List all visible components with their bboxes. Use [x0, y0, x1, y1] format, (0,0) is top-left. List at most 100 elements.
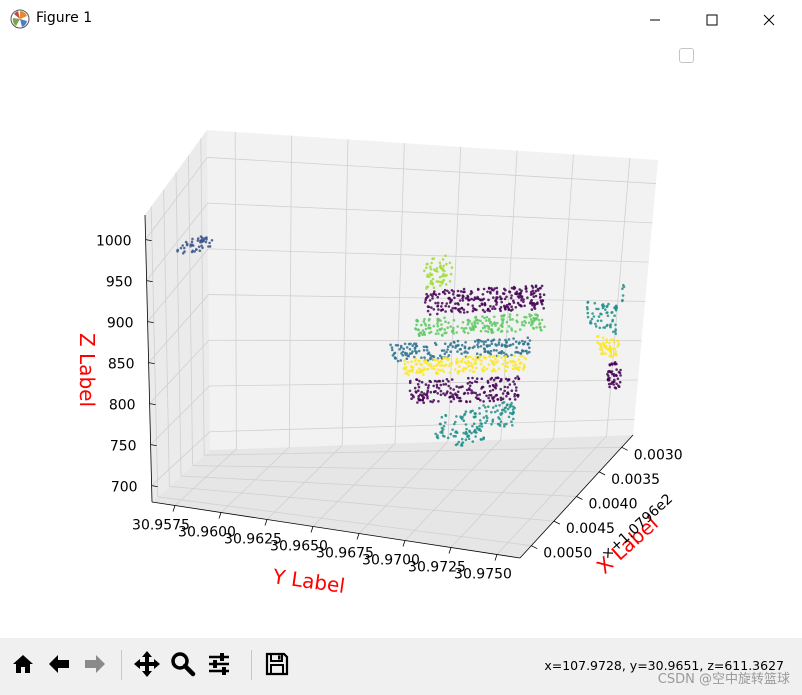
scatter-point [436, 363, 439, 366]
scatter-point [423, 356, 426, 359]
scatter-point [424, 324, 428, 327]
scatter-point [613, 352, 616, 356]
scatter-point [448, 280, 452, 283]
scatter-point [453, 296, 456, 300]
scatter-point [422, 373, 425, 376]
scatter-point [520, 321, 524, 324]
scatter-point [466, 318, 470, 322]
scatter-point [531, 322, 534, 326]
scatter-point [452, 319, 456, 322]
scatter-point [586, 300, 590, 304]
scatter-point [415, 323, 418, 327]
scatter-point [455, 396, 459, 399]
scatter-point [460, 359, 463, 363]
scatter-point [440, 323, 443, 326]
scatter-point [455, 331, 459, 334]
scatter-point [444, 413, 447, 417]
scatter-point [496, 360, 499, 363]
scatter-point [498, 338, 501, 342]
scatter-point [454, 344, 458, 348]
scatter-point [407, 354, 411, 358]
scatter-point [448, 364, 451, 368]
scatter-point [459, 399, 463, 403]
scatter-point [466, 294, 469, 298]
scatter-point [467, 437, 471, 441]
scatter-point [492, 384, 495, 388]
scatter-point [456, 289, 460, 293]
save-button[interactable] [261, 648, 293, 680]
scatter-point [522, 363, 526, 366]
close-button[interactable] [746, 0, 792, 40]
scatter-point [441, 281, 444, 285]
zoom-button[interactable] [167, 648, 199, 680]
scatter-point [521, 339, 524, 343]
forward-button[interactable] [79, 648, 111, 680]
scatter-point [471, 304, 475, 308]
scatter-point [190, 240, 194, 244]
scatter-point [452, 326, 455, 330]
scatter-point [427, 323, 431, 327]
scatter-point [607, 379, 611, 382]
scatter-point [447, 305, 451, 308]
scatter-point [463, 360, 467, 364]
scatter-point [532, 326, 535, 330]
sliders-icon [209, 653, 229, 675]
scatter-point [438, 422, 442, 426]
back-button[interactable] [43, 648, 75, 680]
scatter-point [410, 397, 413, 401]
y-tick [218, 512, 222, 519]
scatter-point [403, 351, 407, 355]
scatter-point [462, 367, 465, 370]
scatter-point [495, 297, 498, 301]
scatter-point [443, 269, 446, 273]
scatter-point [179, 246, 183, 250]
scatter-point [498, 417, 501, 421]
scatter-point [454, 420, 457, 424]
figure-canvas[interactable]: 30.9575 30.9600 30.9625 30.9650 30.9675 30.97… [0, 40, 802, 638]
scatter-point [432, 257, 436, 260]
scatter-point [526, 342, 530, 345]
maximize-button[interactable] [689, 0, 735, 40]
scatter-point [442, 272, 445, 276]
scatter-point [433, 292, 436, 296]
minimize-button[interactable] [632, 0, 678, 40]
y-tick [172, 505, 176, 512]
configure-subplots-button[interactable] [203, 648, 235, 680]
scatter-point [508, 383, 512, 386]
scatter-point [423, 269, 426, 273]
scatter-point [508, 302, 512, 306]
scatter-point [474, 412, 477, 415]
scatter-point [441, 434, 445, 438]
scatter-point [424, 383, 428, 386]
scatter-point [521, 323, 524, 327]
scatter-point [528, 313, 531, 316]
scatter-point [487, 307, 490, 311]
scatter-point [464, 341, 467, 344]
scatter-point [436, 304, 440, 308]
scatter-3d-chart[interactable]: 30.957530.960030.962530.965030.967530.97… [0, 40, 802, 638]
scatter-point [481, 321, 484, 325]
scatter-point [530, 284, 534, 288]
scatter-point [483, 368, 486, 372]
scatter-point [605, 340, 608, 344]
scatter-point [478, 393, 482, 396]
scatter-point [462, 311, 466, 314]
scatter-point [481, 315, 484, 318]
scatter-point [430, 261, 433, 265]
home-button[interactable] [7, 648, 39, 680]
scatter-point [427, 363, 431, 367]
scatter-point [477, 341, 480, 344]
scatter-point [445, 262, 448, 266]
scatter-point [590, 317, 594, 321]
scatter-point [597, 315, 601, 318]
scatter-point [189, 243, 193, 246]
scatter-point [448, 261, 452, 265]
scatter-point [616, 339, 619, 343]
x-tick [553, 520, 561, 525]
scatter-point [446, 326, 450, 330]
scatter-point [485, 367, 489, 371]
scatter-point [448, 301, 452, 304]
scatter-point [445, 378, 449, 381]
pan-button[interactable] [131, 648, 163, 680]
scatter-point [414, 344, 418, 348]
